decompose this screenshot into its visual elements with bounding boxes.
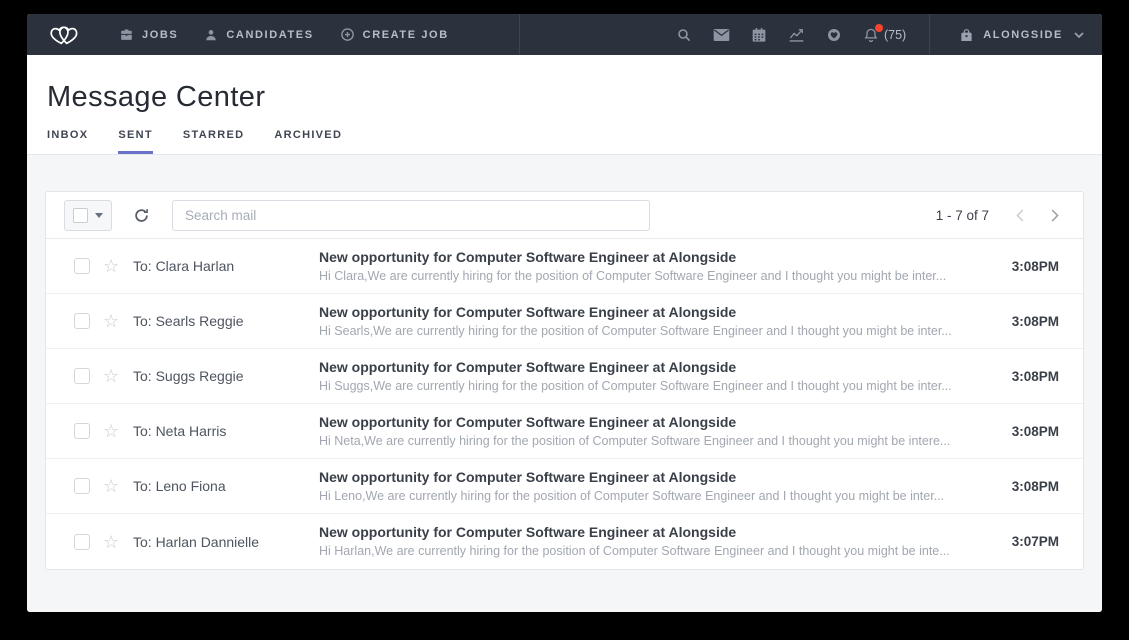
email-preview: Hi Harlan,We are currently hiring for th… bbox=[319, 544, 998, 559]
email-row[interactable]: ☆ To: Neta Harris New opportunity for Co… bbox=[46, 404, 1083, 459]
page-header: Message Center INBOX SENT STARRED ARCHIVED bbox=[27, 55, 1102, 155]
star-icon[interactable]: ☆ bbox=[103, 477, 121, 495]
tabs: INBOX SENT STARRED ARCHIVED bbox=[47, 129, 1082, 154]
page-title: Message Center bbox=[47, 80, 1082, 114]
page-content: 1 - 7 of 7 ☆ To: Clara Harlan New opport… bbox=[27, 155, 1102, 612]
email-row[interactable]: ☆ To: Leno Fiona New opportunity for Com… bbox=[46, 459, 1083, 514]
email-preview: Hi Searls,We are currently hiring for th… bbox=[319, 324, 998, 339]
email-time: 3:08PM bbox=[1012, 479, 1059, 494]
bag-icon bbox=[959, 27, 974, 43]
navbar-section-divider bbox=[519, 14, 520, 55]
email-time: 3:08PM bbox=[1012, 424, 1059, 439]
mail-list-card: 1 - 7 of 7 ☆ To: Clara Harlan New opport… bbox=[45, 191, 1084, 570]
email-subject: New opportunity for Computer Software En… bbox=[319, 524, 998, 541]
menu-label: CREATE JOB bbox=[363, 29, 449, 41]
star-icon[interactable]: ☆ bbox=[103, 533, 121, 551]
search-icon[interactable] bbox=[676, 27, 692, 43]
chevron-down-icon bbox=[1074, 32, 1084, 38]
logo-hearts-icon[interactable] bbox=[47, 20, 81, 50]
email-checkbox[interactable] bbox=[74, 534, 90, 550]
email-subject: New opportunity for Computer Software En… bbox=[319, 249, 998, 266]
email-recipient: To: Suggs Reggie bbox=[133, 368, 319, 384]
select-all-checkbox[interactable] bbox=[73, 208, 88, 223]
email-recipient: To: Neta Harris bbox=[133, 423, 319, 439]
chart-icon[interactable] bbox=[788, 27, 805, 42]
email-recipient: To: Clara Harlan bbox=[133, 258, 319, 274]
email-preview: Hi Leno,We are currently hiring for the … bbox=[319, 489, 998, 504]
star-icon[interactable]: ☆ bbox=[103, 367, 121, 385]
main-menu: JOBS CANDIDATES CREATE JOB bbox=[119, 27, 449, 42]
app-window: JOBS CANDIDATES CREATE JOB bbox=[27, 14, 1102, 612]
email-subject: New opportunity for Computer Software En… bbox=[319, 359, 998, 376]
heart-globe-icon[interactable] bbox=[826, 27, 842, 43]
email-summary: New opportunity for Computer Software En… bbox=[319, 249, 1012, 284]
star-icon[interactable]: ☆ bbox=[103, 257, 121, 275]
email-preview: Hi Clara,We are currently hiring for the… bbox=[319, 269, 998, 284]
email-time: 3:08PM bbox=[1012, 369, 1059, 384]
email-time: 3:08PM bbox=[1012, 314, 1059, 329]
email-recipient: To: Searls Reggie bbox=[133, 313, 319, 329]
email-preview: Hi Suggs,We are currently hiring for the… bbox=[319, 379, 998, 394]
account-menu[interactable]: ALONGSIDE bbox=[953, 27, 1084, 43]
email-recipient: To: Leno Fiona bbox=[133, 478, 319, 494]
email-checkbox[interactable] bbox=[74, 423, 90, 439]
tab-inbox[interactable]: INBOX bbox=[47, 129, 88, 154]
menu-item-create-job[interactable]: CREATE JOB bbox=[340, 27, 449, 42]
search-mail-input[interactable] bbox=[172, 200, 650, 231]
email-subject: New opportunity for Computer Software En… bbox=[319, 414, 998, 431]
email-summary: New opportunity for Computer Software En… bbox=[319, 469, 1012, 504]
page-range: 1 - 7 of 7 bbox=[936, 208, 989, 223]
email-row[interactable]: ☆ To: Clara Harlan New opportunity for C… bbox=[46, 239, 1083, 294]
email-checkbox[interactable] bbox=[74, 368, 90, 384]
email-preview: Hi Neta,We are currently hiring for the … bbox=[319, 434, 998, 449]
email-checkbox[interactable] bbox=[74, 313, 90, 329]
star-icon[interactable]: ☆ bbox=[103, 422, 121, 440]
navbar-divider bbox=[929, 14, 930, 55]
menu-item-candidates[interactable]: CANDIDATES bbox=[204, 28, 313, 42]
refresh-icon[interactable] bbox=[133, 207, 150, 224]
email-summary: New opportunity for Computer Software En… bbox=[319, 414, 1012, 449]
menu-item-jobs[interactable]: JOBS bbox=[119, 27, 178, 42]
email-checkbox[interactable] bbox=[74, 258, 90, 274]
email-summary: New opportunity for Computer Software En… bbox=[319, 304, 1012, 339]
email-time: 3:07PM bbox=[1012, 534, 1059, 549]
email-subject: New opportunity for Computer Software En… bbox=[319, 304, 998, 321]
envelope-icon[interactable] bbox=[713, 28, 730, 42]
notification-count: (75) bbox=[884, 28, 906, 42]
email-row[interactable]: ☆ To: Suggs Reggie New opportunity for C… bbox=[46, 349, 1083, 404]
select-all-dropdown[interactable] bbox=[64, 200, 112, 231]
email-recipient: To: Harlan Dannielle bbox=[133, 534, 319, 550]
email-row[interactable]: ☆ To: Harlan Dannielle New opportunity f… bbox=[46, 514, 1083, 569]
menu-label: JOBS bbox=[142, 29, 178, 41]
tab-starred[interactable]: STARRED bbox=[183, 129, 244, 154]
mail-toolbar: 1 - 7 of 7 bbox=[46, 192, 1083, 239]
notification-dot bbox=[875, 24, 883, 32]
tab-archived[interactable]: ARCHIVED bbox=[274, 129, 342, 154]
chevron-left-icon[interactable] bbox=[1016, 209, 1024, 222]
account-name: ALONGSIDE bbox=[983, 29, 1063, 41]
star-icon[interactable]: ☆ bbox=[103, 312, 121, 330]
email-summary: New opportunity for Computer Software En… bbox=[319, 359, 1012, 394]
bell-icon bbox=[863, 27, 879, 43]
plus-circle-icon bbox=[340, 27, 355, 42]
calendar-icon[interactable] bbox=[751, 27, 767, 43]
chevron-right-icon[interactable] bbox=[1051, 209, 1059, 222]
email-summary: New opportunity for Computer Software En… bbox=[319, 524, 1012, 559]
email-list: ☆ To: Clara Harlan New opportunity for C… bbox=[46, 239, 1083, 569]
pagination: 1 - 7 of 7 bbox=[936, 208, 1059, 223]
briefcase-icon bbox=[119, 27, 134, 42]
top-navbar: JOBS CANDIDATES CREATE JOB bbox=[27, 14, 1102, 55]
menu-label: CANDIDATES bbox=[226, 29, 313, 41]
email-row[interactable]: ☆ To: Searls Reggie New opportunity for … bbox=[46, 294, 1083, 349]
caret-down-icon bbox=[95, 213, 103, 218]
tab-sent[interactable]: SENT bbox=[118, 129, 153, 154]
navbar-actions: (75) ALONGSIDE bbox=[676, 14, 1084, 55]
email-subject: New opportunity for Computer Software En… bbox=[319, 469, 998, 486]
notifications-button[interactable]: (75) bbox=[863, 27, 906, 43]
person-icon bbox=[204, 28, 218, 42]
email-checkbox[interactable] bbox=[74, 478, 90, 494]
email-time: 3:08PM bbox=[1012, 259, 1059, 274]
